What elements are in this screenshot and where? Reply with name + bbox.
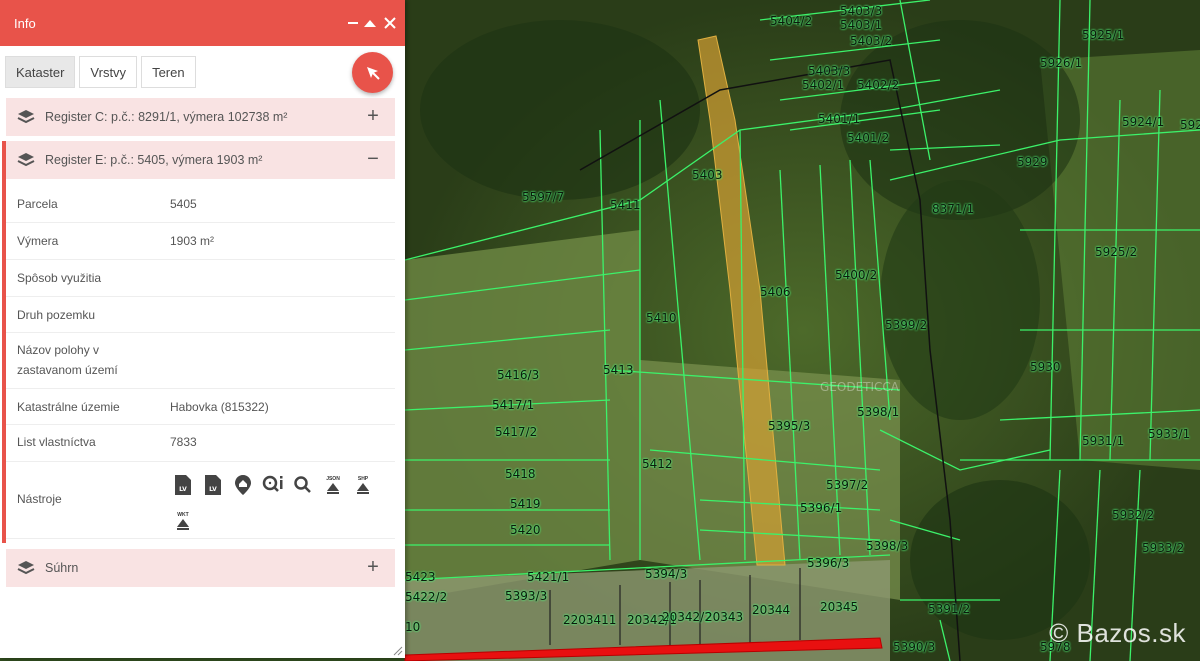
lv-document-2-button[interactable]: LV [202,473,224,497]
lv-document-icon: LV [175,475,191,495]
row-nazov-polohy: Názov polohy v zastavanom území [6,333,395,389]
expand-icon[interactable]: + [364,105,382,127]
minimize-icon[interactable] [344,14,362,32]
row-sposob-vyuzitia: Spôsob využitia [6,260,395,297]
upload-icon [177,519,189,530]
export-wkt-button[interactable]: WKT [172,509,194,533]
row-key: Druh pozemku [17,308,96,322]
row-key: List vlastníctva [17,435,96,449]
row-value: 1903 m² [170,234,215,248]
layers-icon [16,107,36,127]
row-key: Názov polohy v zastavanom území [17,343,118,377]
section-register-e-label: Register E: p.č.: 5405, výmera 1903 m² [45,153,263,167]
collapse-up-icon[interactable] [361,14,379,32]
resize-handle-icon[interactable] [393,646,403,656]
close-icon[interactable] [381,14,399,32]
location-home-button[interactable] [232,473,254,497]
row-list-vlastnictva: List vlastníctva 7833 [6,425,395,462]
svg-text:LV: LV [179,486,187,493]
row-value: Habovka (815322) [170,400,269,414]
lv-document-icon: LV [205,475,221,495]
row-value: 5405 [170,197,197,211]
search-icon [294,476,311,493]
search-info-button[interactable] [262,473,284,497]
row-key: Nástroje [17,492,62,506]
row-key: Parcela [17,197,58,211]
row-key: Spôsob využitia [17,271,102,285]
cursor-arrow-icon [366,66,380,80]
tab-teren[interactable]: Teren [141,56,196,88]
layers-icon [16,150,36,170]
identify-button[interactable] [352,52,393,93]
tab-kataster[interactable]: Kataster [5,56,76,88]
panel-title: Info [14,15,36,31]
tab-vrstvy[interactable]: Vrstvy [79,56,138,88]
row-key: Katastrálne územie [17,400,120,414]
row-key: Výmera [17,234,59,248]
export-shp-button[interactable]: SHP [352,473,374,497]
section-register-e[interactable]: Register E: p.č.: 5405, výmera 1903 m² − [6,141,395,179]
watermark: © Bazos.sk [1049,618,1186,648]
search-info-icon [262,475,283,492]
location-pin-icon [235,475,251,495]
section-suhrn-label: Súhrn [45,561,79,575]
export-json-button[interactable]: JSON [322,473,344,497]
layers-icon [16,558,36,578]
section-register-c[interactable]: Register C: p.č.: 8291/1, výmera 102738 … [6,98,395,136]
info-panel: Info Kataster Vrstvy Teren Register C: p… [0,0,405,658]
lv-document-button[interactable]: LV [172,473,194,497]
expand-icon[interactable]: + [364,556,382,578]
collapse-icon[interactable]: − [364,148,382,170]
tab-bar: Kataster Vrstvy Teren [5,56,196,88]
upload-icon [357,483,369,494]
section-register-c-label: Register C: p.č.: 8291/1, výmera 102738 … [45,110,288,124]
upload-icon [327,483,339,494]
panel-header: Info [0,0,405,46]
copyright-icon: © [1049,618,1069,648]
section-suhrn[interactable]: Súhrn + [6,549,395,587]
svg-text:LV: LV [209,486,217,493]
row-katastralne-uzemie: Katastrálne územie Habovka (815322) [6,389,395,425]
row-parcela: Parcela 5405 [6,186,395,223]
row-druh-pozemku: Druh pozemku [6,297,395,333]
search-button[interactable] [292,473,314,497]
row-value: 7833 [170,435,197,449]
row-vymera: Výmera 1903 m² [6,223,395,260]
